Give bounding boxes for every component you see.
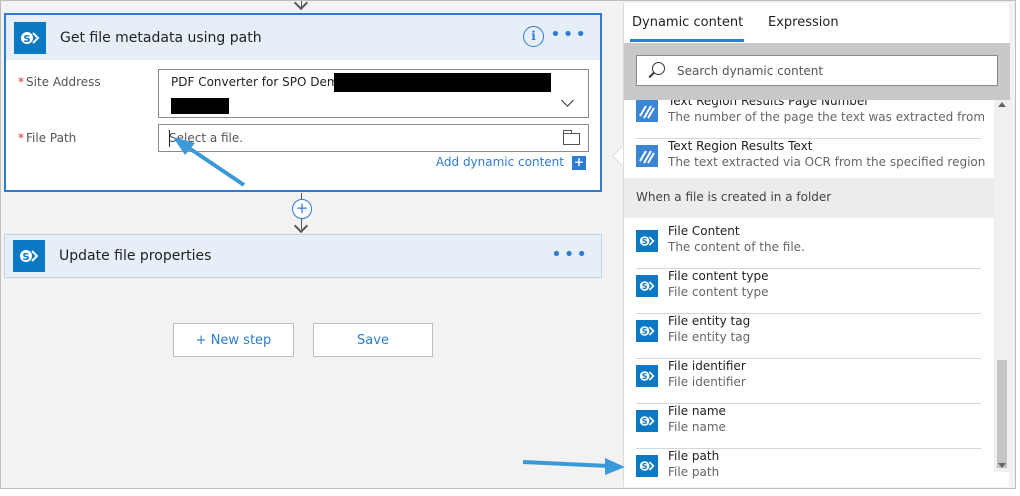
scroll-up-icon[interactable] [998, 102, 1006, 107]
card-title: Update file properties [59, 248, 212, 264]
site-address-dropdown[interactable]: PDF Converter for SPO Demo - [158, 69, 589, 118]
scrollbar[interactable] [994, 100, 1010, 472]
info-icon[interactable]: i [523, 26, 544, 47]
svg-text:S: S [642, 372, 648, 381]
svg-text:S: S [642, 282, 648, 291]
sharepoint-icon: S [636, 275, 658, 297]
item-title: File Content [668, 224, 740, 238]
item-title: Text Region Results Page Number [668, 100, 870, 108]
add-dynamic-content-icon[interactable]: + [572, 156, 586, 170]
item-description: File path [668, 465, 720, 479]
item-description: The content of the file. [668, 240, 805, 254]
group-header: When a file is created in a folder [624, 178, 994, 218]
save-button[interactable]: Save [313, 323, 433, 357]
item-description: The number of the page the text was extr… [668, 110, 986, 124]
item-description: File entity tag [668, 330, 751, 344]
ocr-icon [636, 100, 658, 122]
list-item[interactable]: S File entity tag File entity tag [636, 314, 981, 359]
redaction-bar [171, 98, 229, 114]
sharepoint-icon: S [14, 21, 46, 54]
item-title: File name [668, 404, 726, 418]
scroll-thumb[interactable] [997, 360, 1007, 468]
search-placeholder: Search dynamic content [677, 64, 824, 78]
top-connector-arrow [293, 0, 309, 11]
more-options-icon[interactable]: ••• [551, 246, 589, 264]
more-options-icon[interactable]: ••• [550, 26, 588, 44]
item-title: File path [668, 449, 720, 463]
card-title: Get file metadata using path [60, 29, 262, 46]
add-dynamic-content-link[interactable]: Add dynamic content [436, 155, 564, 169]
sharepoint-icon: S [636, 320, 658, 342]
sharepoint-icon: S [13, 240, 45, 272]
item-description: File content type [668, 285, 769, 299]
required-marker: * [18, 131, 24, 145]
list-item[interactable]: S File path File path [636, 449, 981, 487]
svg-text:S: S [23, 34, 30, 45]
list-item[interactable]: S File name File name [636, 404, 981, 449]
sharepoint-icon: S [636, 410, 658, 432]
site-address-label-text: Site Address [26, 75, 101, 89]
svg-text:S: S [642, 327, 648, 336]
active-tab-indicator [630, 39, 744, 42]
search-icon [652, 62, 665, 75]
item-title: File content type [668, 269, 769, 283]
site-address-label: * Site Address [18, 75, 101, 89]
designer-frame: S Get file metadata using path i ••• * Si… [0, 0, 1016, 489]
svg-text:S: S [642, 462, 648, 471]
action-card-get-file-metadata[interactable]: S Get file metadata using path i ••• * Si… [4, 13, 602, 192]
search-input[interactable]: Search dynamic content [636, 55, 998, 86]
middle-connector-arrow [293, 218, 309, 234]
scroll-down-icon[interactable] [998, 463, 1006, 468]
tab-dynamic-content[interactable]: Dynamic content [632, 15, 743, 30]
chevron-down-icon[interactable] [561, 94, 574, 107]
required-marker: * [18, 75, 24, 89]
list-item[interactable]: S File content type File content type [636, 269, 981, 314]
ocr-icon [636, 145, 658, 167]
svg-text:S: S [642, 417, 648, 426]
new-step-button[interactable]: + New step [173, 323, 294, 357]
sharepoint-icon: S [636, 230, 658, 252]
redaction-bar [334, 73, 551, 92]
dynamic-content-list: Text Region Results Page Number The numb… [624, 100, 994, 487]
list-item[interactable]: S File identifier File identifier [636, 359, 981, 404]
site-address-value: PDF Converter for SPO Demo - [171, 75, 354, 89]
item-description: File name [668, 420, 726, 434]
list-item[interactable]: S File Content The content of the file. [636, 224, 981, 269]
file-path-label-text: File Path [26, 131, 77, 145]
sharepoint-icon: S [636, 455, 658, 477]
list-item[interactable]: Text Region Results Page Number The numb… [636, 100, 985, 139]
sharepoint-icon: S [636, 365, 658, 387]
panel-tabs: Dynamic content Expression [624, 3, 1009, 43]
svg-text:S: S [22, 252, 29, 263]
folder-icon[interactable] [563, 130, 580, 145]
item-title: Text Region Results Text [668, 139, 813, 153]
search-area: Search dynamic content [624, 43, 1010, 100]
dynamic-content-panel: Dynamic content Expression Search dynami… [623, 3, 1010, 487]
insert-step-plus-icon[interactable]: + [292, 199, 312, 219]
card-header[interactable]: S Get file metadata using path i ••• [6, 15, 600, 60]
svg-text:S: S [642, 237, 648, 246]
item-description: File identifier [668, 375, 746, 389]
annotation-arrow-file-path-item [522, 458, 625, 475]
group-header-label: When a file is created in a folder [636, 190, 832, 204]
file-path-placeholder: Select a file. [169, 131, 244, 145]
item-description: The text extracted via OCR from the spec… [668, 155, 986, 169]
tab-expression[interactable]: Expression [768, 15, 839, 30]
file-path-label: * File Path [18, 131, 76, 145]
item-title: File entity tag [668, 314, 751, 328]
screenshot-canvas: S Get file metadata using path i ••• * Si… [0, 0, 1020, 495]
item-title: File identifier [668, 359, 746, 373]
action-card-update-file-properties[interactable]: S Update file properties ••• [4, 234, 602, 278]
file-path-input[interactable]: Select a file. [158, 124, 589, 152]
